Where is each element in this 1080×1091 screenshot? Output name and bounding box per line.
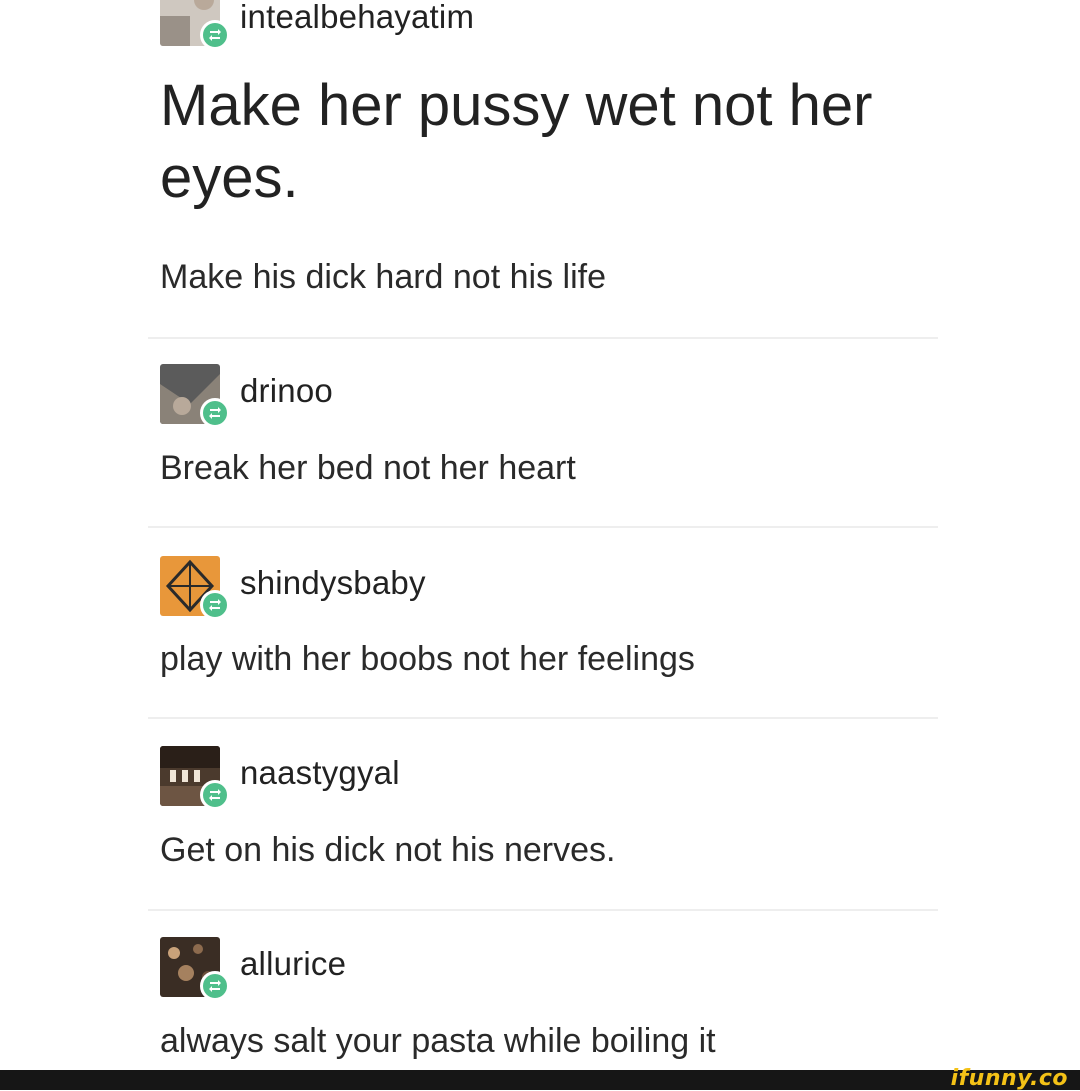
post-headline: Make her pussy wet not her eyes. bbox=[160, 73, 873, 210]
username[interactable]: naastygyal bbox=[240, 754, 400, 792]
reblog-icon bbox=[200, 20, 230, 50]
reblog-icon bbox=[200, 590, 230, 620]
ifunny-watermark: ifunny.co bbox=[950, 1066, 1068, 1091]
reblog-row-shindysbaby[interactable]: shindysbaby bbox=[160, 556, 760, 620]
reblog-icon bbox=[200, 398, 230, 428]
post-reply-text: Make his dick hard not his life bbox=[160, 258, 606, 296]
reblog-row-drinoo[interactable]: drinoo bbox=[160, 364, 760, 428]
divider bbox=[148, 909, 938, 911]
reblog-row-naastygyal[interactable]: naastygyal bbox=[160, 746, 760, 810]
reblog-text: play with her boobs not her feelings bbox=[160, 640, 695, 678]
username[interactable]: drinoo bbox=[240, 372, 333, 410]
reblog-text: always salt your pasta while boiling it bbox=[160, 1022, 716, 1060]
username[interactable]: allurice bbox=[240, 945, 346, 983]
reblog-text: Break her bed not her heart bbox=[160, 449, 576, 487]
username[interactable]: shindysbaby bbox=[240, 564, 426, 602]
reblog-row-allurice[interactable]: allurice bbox=[160, 937, 760, 1001]
reblog-icon bbox=[200, 971, 230, 1001]
reblog-icon bbox=[200, 780, 230, 810]
watermark-bar: ifunny.co bbox=[0, 1066, 1080, 1091]
username[interactable]: intealbehayatim bbox=[240, 0, 474, 36]
post-thread: intealbehayatim Make her pussy wet not h… bbox=[0, 0, 1080, 1070]
divider bbox=[148, 337, 938, 339]
reblog-text: Get on his dick not his nerves. bbox=[160, 831, 616, 869]
divider bbox=[148, 526, 938, 528]
divider bbox=[148, 717, 938, 719]
original-poster-row[interactable]: intealbehayatim bbox=[160, 0, 760, 50]
